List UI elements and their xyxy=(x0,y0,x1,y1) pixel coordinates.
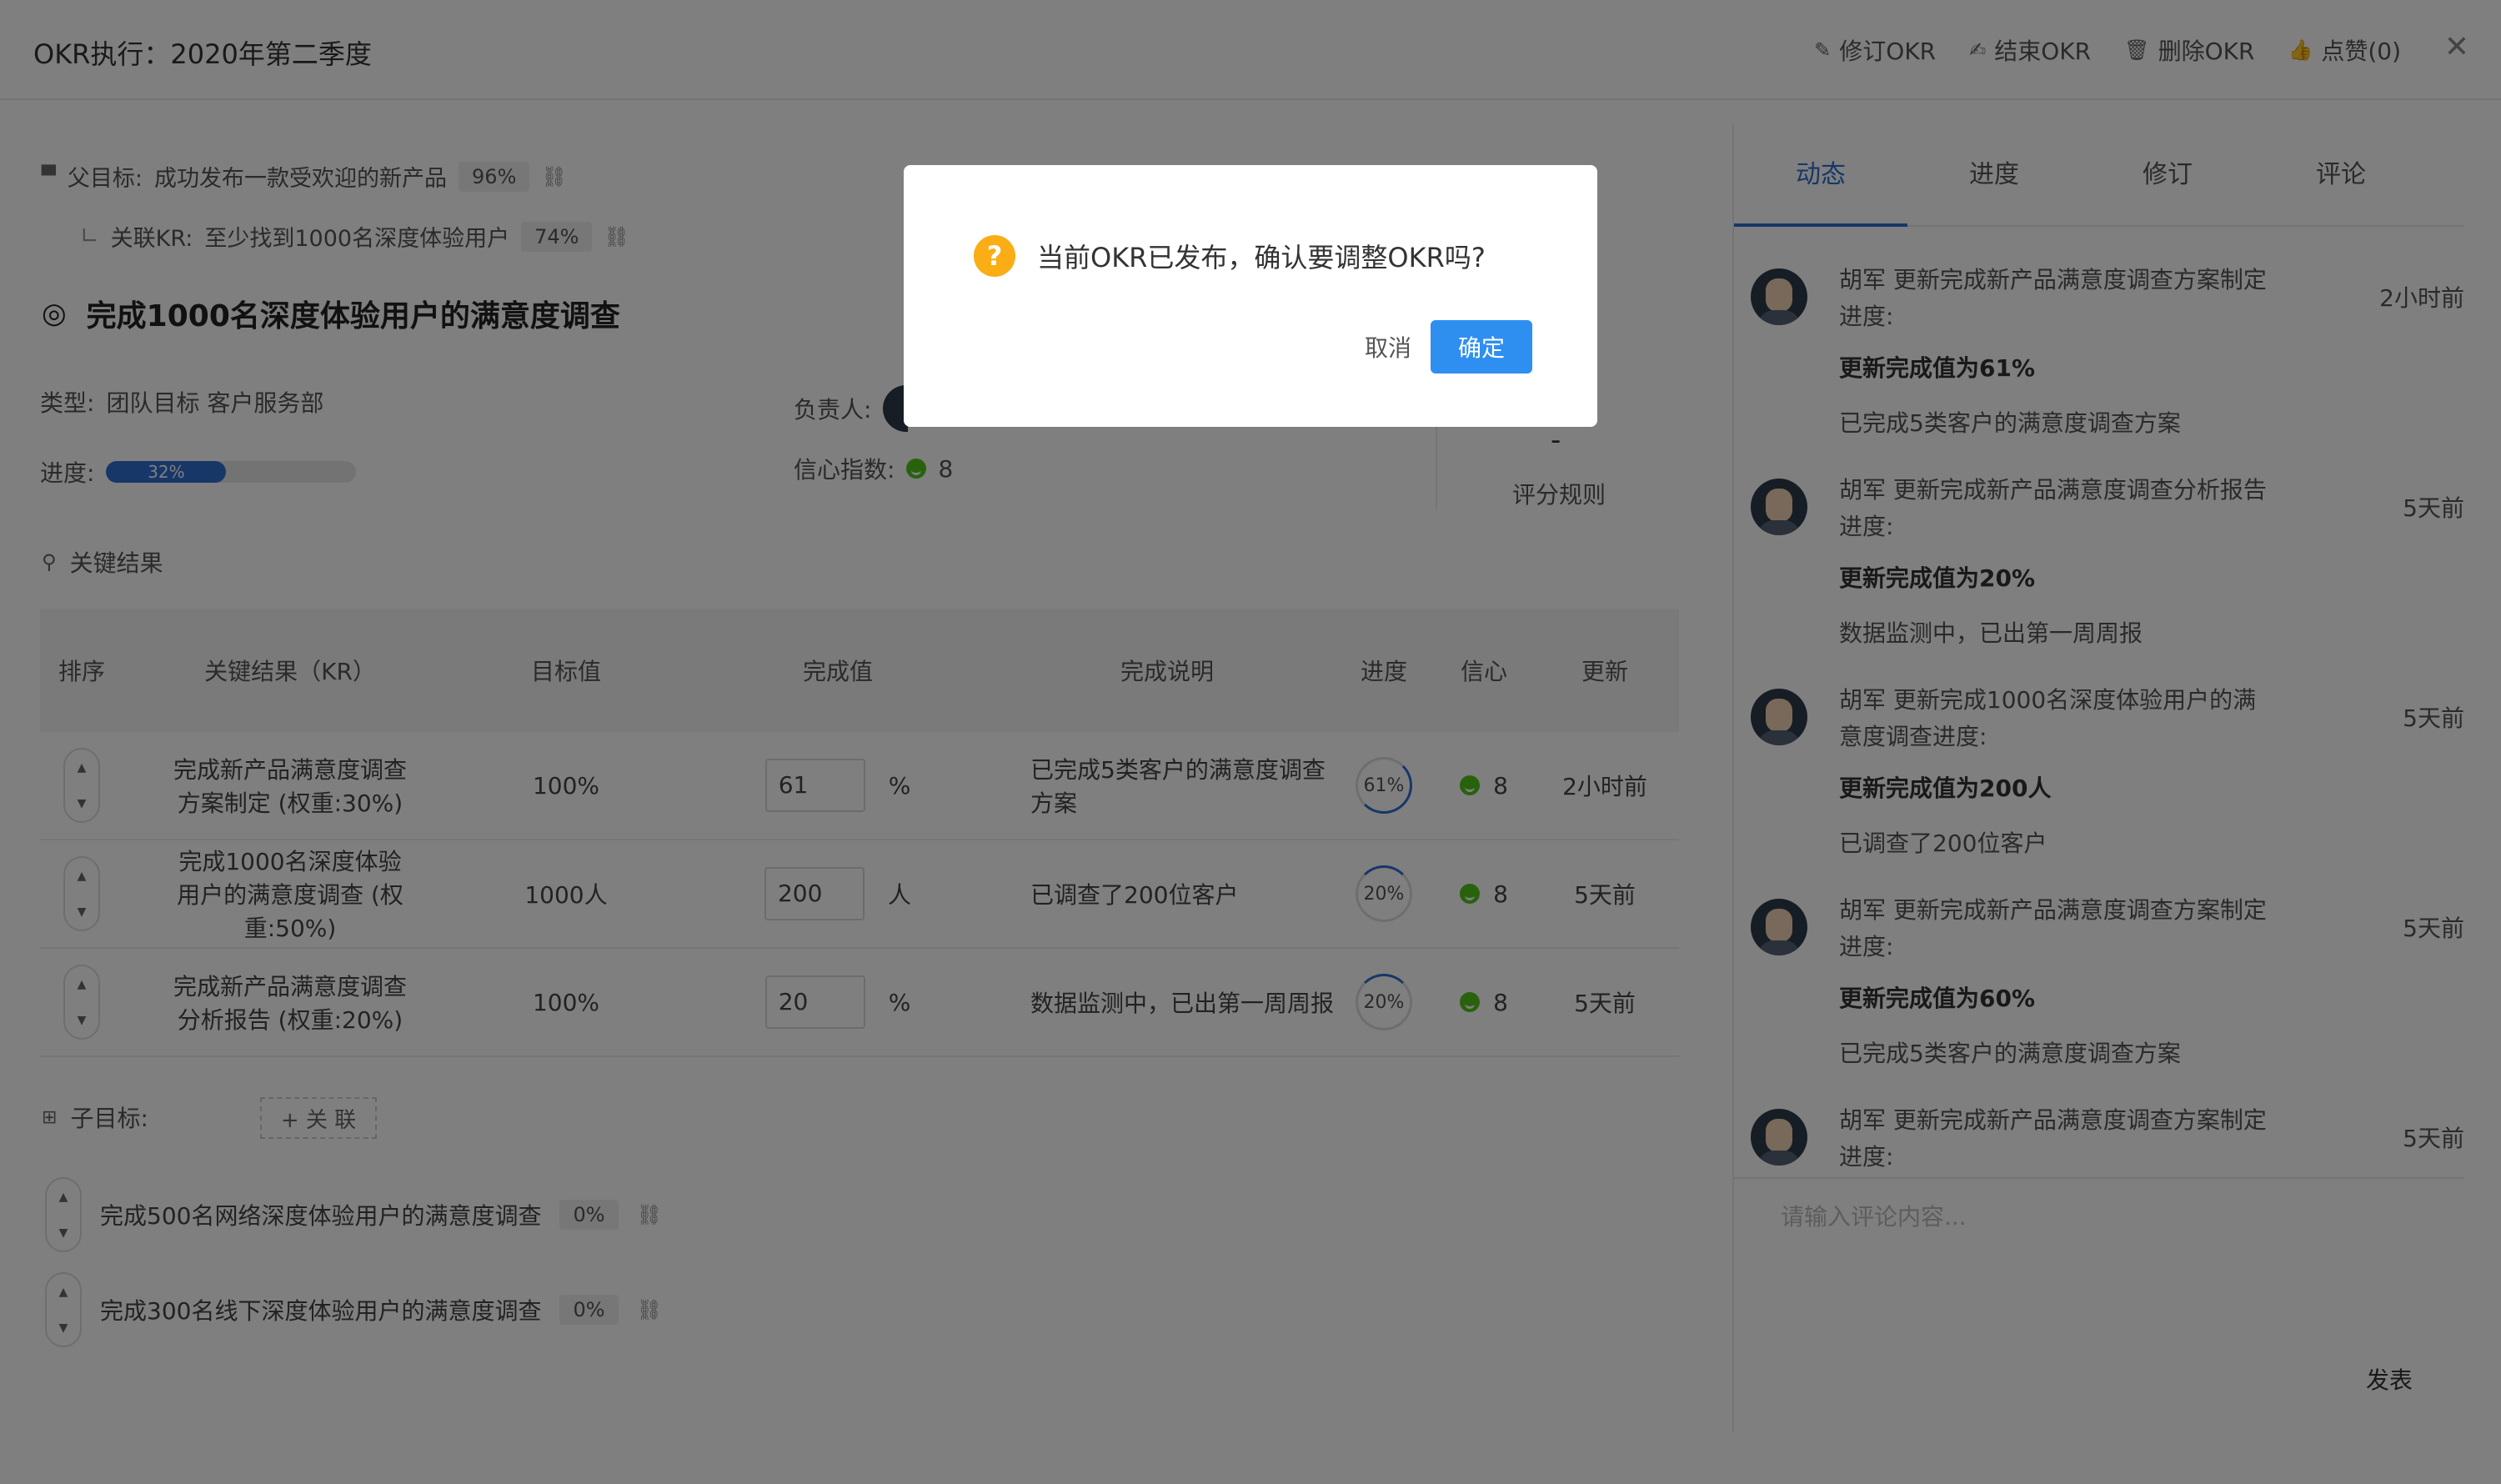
confirm-dialog: ? 当前OKR已发布，确认要调整OKR吗? 取消 确定 xyxy=(904,165,1597,427)
cancel-button[interactable]: 取消 xyxy=(1337,320,1439,374)
question-icon: ? xyxy=(974,235,1015,277)
confirm-button[interactable]: 确定 xyxy=(1431,320,1532,374)
dialog-message: 当前OKR已发布，确认要调整OKR吗? xyxy=(1037,242,1486,273)
